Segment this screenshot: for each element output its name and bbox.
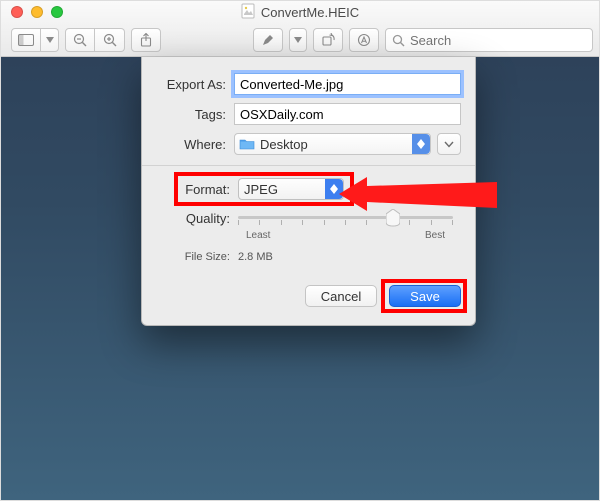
highlight-tool-button[interactable] [253, 28, 283, 52]
zoom-window-button[interactable] [51, 6, 63, 18]
format-label: Format: [178, 182, 238, 197]
folder-icon [239, 138, 255, 150]
window-title: ConvertMe.HEIC [261, 5, 359, 20]
share-button[interactable] [131, 28, 161, 52]
format-value: JPEG [244, 182, 278, 197]
where-label: Where: [156, 137, 234, 152]
divider [142, 165, 475, 166]
file-size-label: File Size: [178, 251, 238, 263]
tags-input[interactable] [234, 103, 461, 125]
updown-arrows-icon [325, 179, 343, 199]
highlight-menu-button[interactable] [289, 28, 307, 52]
toolbar [1, 23, 599, 57]
minimize-window-button[interactable] [31, 6, 43, 18]
where-popup[interactable]: Desktop [234, 133, 431, 155]
where-value: Desktop [260, 137, 308, 152]
format-popup[interactable]: JPEG [238, 178, 344, 200]
zoom-in-button[interactable] [95, 28, 125, 52]
chevron-down-icon [444, 141, 454, 148]
save-button[interactable]: Save [389, 285, 461, 307]
cancel-button[interactable]: Cancel [305, 285, 377, 307]
search-field[interactable] [385, 28, 593, 52]
export-as-label: Export As: [156, 77, 234, 92]
file-size-value: 2.8 MB [238, 251, 273, 263]
slider-knob[interactable] [386, 209, 400, 225]
sidebar-menu-button[interactable] [41, 28, 59, 52]
export-as-input[interactable] [234, 73, 461, 95]
quality-min-label: Least [246, 230, 270, 241]
search-icon [392, 34, 405, 47]
quality-max-label: Best [425, 230, 445, 241]
close-window-button[interactable] [11, 6, 23, 18]
document-proxy-icon[interactable] [241, 3, 255, 22]
window-chrome: ConvertMe.HEIC [1, 1, 599, 57]
expand-where-button[interactable] [437, 133, 461, 155]
quality-label: Quality: [178, 211, 238, 226]
updown-arrows-icon [412, 134, 430, 154]
tags-label: Tags: [156, 107, 234, 122]
quality-slider[interactable] [238, 208, 453, 228]
sidebar-toggle-button[interactable] [11, 28, 41, 52]
rotate-button[interactable] [313, 28, 343, 52]
markup-button[interactable] [349, 28, 379, 52]
search-input[interactable] [410, 33, 586, 48]
titlebar: ConvertMe.HEIC [1, 1, 599, 23]
zoom-out-button[interactable] [65, 28, 95, 52]
save-sheet: Export As: Tags: Where: Desktop [141, 57, 476, 326]
